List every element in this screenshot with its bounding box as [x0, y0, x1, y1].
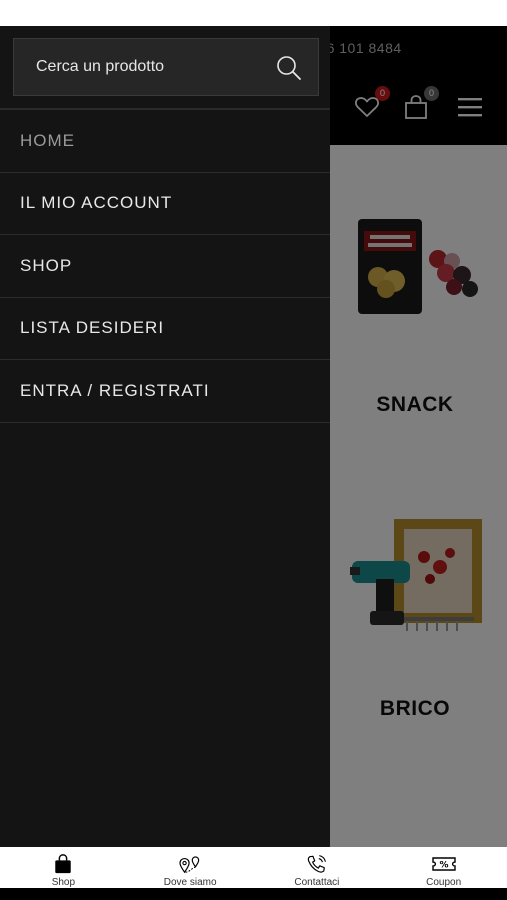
nav-item-contattaci[interactable]: Contattaci — [254, 847, 381, 888]
nav-item-dove-siamo[interactable]: Dove siamo — [127, 847, 254, 888]
coupon-icon: % — [431, 857, 456, 871]
drawer-menu: HOME IL MIO ACCOUNT SHOP LISTA DESIDERI … — [0, 110, 330, 423]
menu-item-account[interactable]: IL MIO ACCOUNT — [0, 173, 330, 235]
nav-label: Shop — [51, 877, 76, 888]
menu-item-home[interactable]: HOME — [0, 110, 330, 173]
menu-item-shop[interactable]: SHOP — [0, 235, 330, 298]
menu-item-wishlist[interactable]: LISTA DESIDERI — [0, 298, 330, 360]
side-drawer: HOME IL MIO ACCOUNT SHOP LISTA DESIDERI … — [0, 26, 330, 847]
menu-item-login-register[interactable]: ENTRA / REGISTRATI — [0, 360, 330, 423]
search-box — [13, 38, 319, 96]
map-pin-icon — [179, 856, 200, 874]
menu-item-label: SHOP — [20, 255, 73, 275]
svg-text:%: % — [439, 861, 448, 871]
bottom-navigation: Shop Dove siamo Contattaci % Coupon — [0, 847, 507, 888]
nav-item-shop[interactable]: Shop — [0, 847, 127, 888]
menu-item-label: ENTRA / REGISTRATI — [20, 380, 210, 400]
status-strip — [0, 0, 507, 26]
nav-label: Coupon — [426, 877, 462, 888]
system-bottom-bar — [0, 888, 507, 900]
phone-icon — [307, 855, 326, 873]
menu-item-label: LISTA DESIDERI — [20, 318, 165, 338]
search-icon — [277, 56, 301, 80]
nav-item-coupon[interactable]: % Coupon — [380, 847, 507, 888]
nav-label: Contattaci — [294, 877, 340, 888]
search-input[interactable] — [14, 39, 264, 95]
nav-label: Dove siamo — [163, 877, 217, 888]
menu-item-label: IL MIO ACCOUNT — [20, 193, 173, 213]
search-button[interactable] — [274, 53, 304, 83]
shopping-bag-icon — [55, 854, 72, 874]
menu-item-label: HOME — [20, 130, 75, 150]
